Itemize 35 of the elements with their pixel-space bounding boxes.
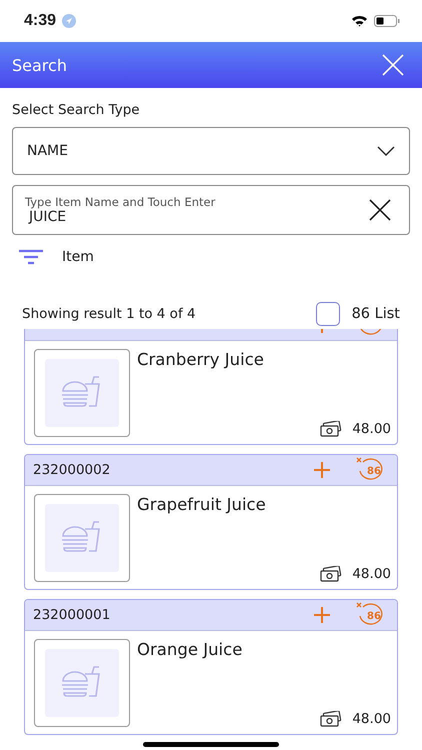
header-title: Search (12, 56, 67, 74)
clear-icon[interactable] (369, 199, 391, 221)
item-price: 48.00 (352, 711, 391, 727)
food-placeholder-icon (34, 494, 130, 582)
field-value: JUICE (29, 209, 68, 225)
item-name: Cranberry Juice (137, 350, 265, 369)
clock-time: 4:39 (24, 12, 56, 30)
item-price: 48.00 (352, 566, 391, 582)
item-code: 232000001 (33, 607, 110, 623)
cash-icon (320, 566, 342, 582)
item-name: Orange Juice (137, 640, 244, 659)
filter-label: Item (62, 249, 94, 265)
filter-icon[interactable] (18, 249, 44, 265)
item-price: 48.00 (352, 421, 391, 437)
field-label: Select Search Type (12, 102, 141, 118)
item-name: Grapefruit Juice (137, 495, 267, 514)
search-type-dropdown[interactable]: NAME (12, 127, 410, 175)
search-field[interactable]: Type Item Name and Touch Enter JUICE (12, 185, 410, 235)
location-icon (62, 14, 76, 28)
result-summary: Showing result 1 to 4 of 4 (22, 306, 196, 322)
item-code: 232000002 (33, 462, 110, 478)
field-hint: Type Item Name and Touch Enter (25, 195, 216, 209)
checkbox-label: 86 List (352, 306, 400, 322)
item-card[interactable]: 232000002 86 Grapefruit Juice 48.00 (24, 454, 398, 590)
checkbox[interactable] (316, 302, 340, 326)
cash-icon (320, 421, 342, 437)
close-icon[interactable] (382, 54, 404, 76)
food-placeholder-icon (34, 639, 130, 727)
item-card[interactable]: 232000001 86 Orange Juice 48.00 (24, 599, 398, 735)
item-card[interactable]: Cranberry Juice 48.00 (24, 329, 398, 445)
food-placeholder-icon (34, 349, 130, 437)
wifi-icon (351, 15, 368, 27)
cash-icon (320, 711, 342, 727)
chevron-down-icon (377, 146, 395, 156)
battery-icon (374, 15, 400, 27)
